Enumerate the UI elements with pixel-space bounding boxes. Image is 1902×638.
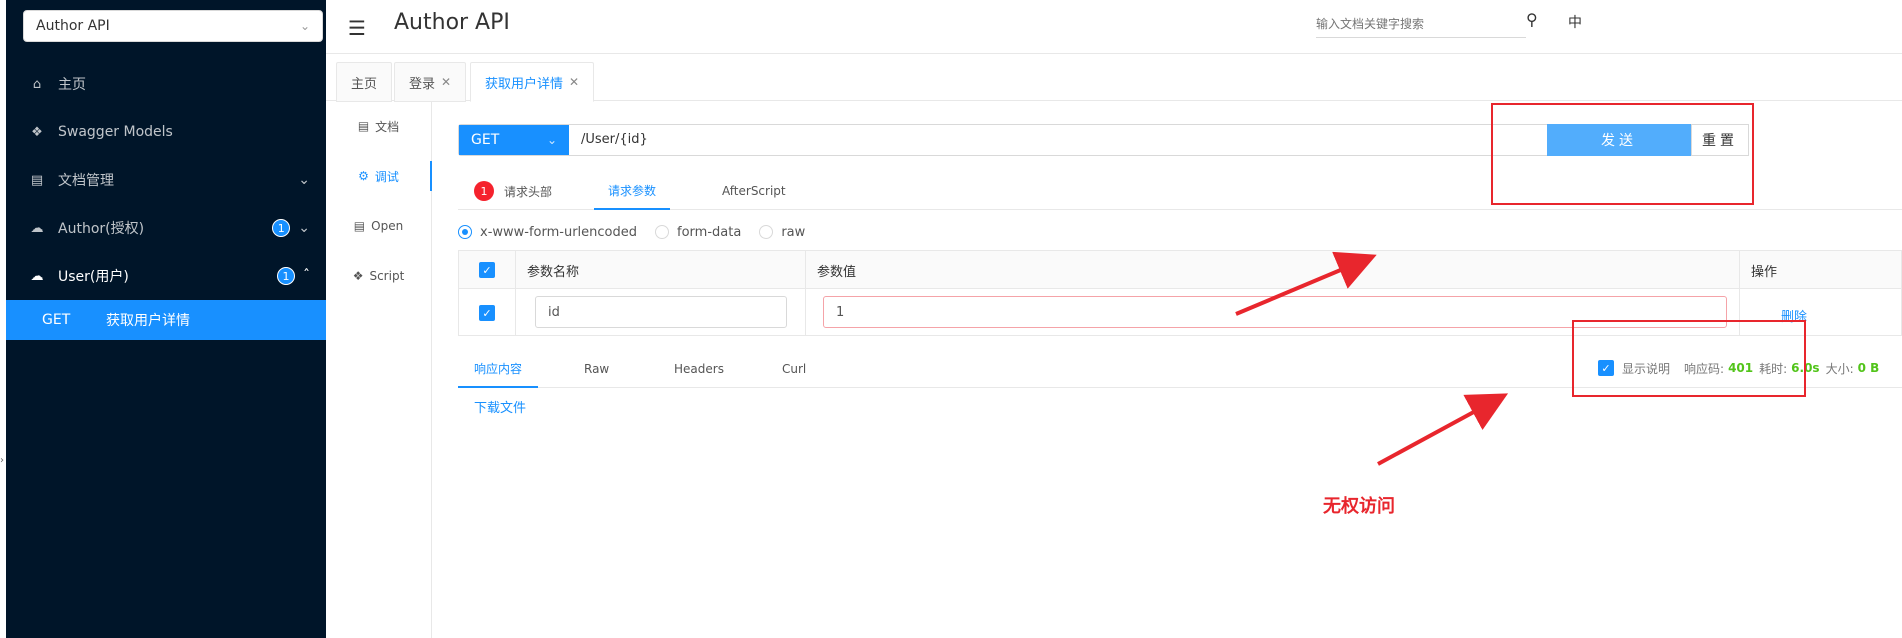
annotation-arrow [1377, 393, 1509, 466]
annotation-arrows [1235, 251, 1509, 466]
app-root: Author API ⌄ ⌂ 主页 ❖ Swagger Models ▤ 文档管… [0, 0, 1902, 638]
annotation-text-no-permission: 无权访问 [1323, 496, 1395, 517]
annotation-arrow [1235, 251, 1377, 316]
